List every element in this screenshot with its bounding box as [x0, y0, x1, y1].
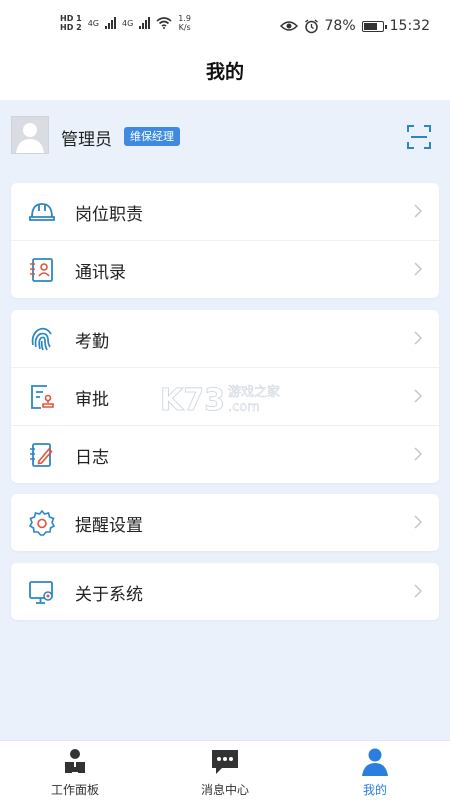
status-bar: HD 1 HD 2 4G 4G 1.9 K/s 78% 15:32: [0, 0, 450, 52]
menu-group-3: 提醒设置: [11, 494, 439, 551]
tab-label: 消息中心: [200, 783, 249, 797]
workbench-icon: [65, 749, 85, 774]
net-type-label: 4G: [87, 18, 99, 28]
menu-group-4: 关于系统: [11, 563, 439, 620]
page-header: 我的: [0, 52, 450, 100]
menu-item-label: 日志: [75, 448, 109, 468]
hd2-label: HD 2: [60, 23, 82, 32]
menu-item-duties[interactable]: 岗位职责: [11, 183, 439, 241]
battery-percent: 78%: [324, 18, 356, 34]
wifi-icon: [156, 17, 172, 29]
scan-icon[interactable]: [406, 124, 432, 150]
status-left: HD 1 HD 2 4G 4G 1.9 K/s: [60, 14, 191, 32]
net-speed-unit: K/s: [178, 23, 191, 32]
chevron-right-icon: [414, 389, 423, 403]
approval-icon: [31, 385, 54, 409]
role-badge: 维保经理: [124, 127, 180, 146]
tab-label: 我的: [362, 783, 387, 797]
menu-item-reminder-settings[interactable]: 提醒设置: [11, 494, 439, 551]
menu-item-label: 审批: [75, 390, 109, 410]
chevron-right-icon: [414, 584, 423, 598]
page-title: 我的: [205, 61, 244, 83]
eye-icon: [279, 21, 298, 31]
clock: 15:32: [389, 18, 430, 34]
net-type-label-2: 4G: [121, 18, 134, 28]
signal-icon-2: [139, 17, 151, 29]
menu-item-label: 通讯录: [75, 263, 126, 283]
contacts-icon: [30, 258, 53, 282]
menu-item-attendance[interactable]: 考勤: [11, 310, 439, 368]
avatar-placeholder-icon: [16, 123, 44, 153]
menu-item-contacts[interactable]: 通讯录: [11, 241, 439, 298]
profile-icon: [362, 748, 388, 776]
menu-group-1: 岗位职责 通讯录: [11, 183, 439, 298]
log-icon: [30, 443, 53, 467]
menu-item-label: 关于系统: [75, 585, 143, 605]
menu-item-label: 提醒设置: [75, 516, 143, 536]
message-icon: [212, 750, 238, 774]
chevron-right-icon: [414, 515, 423, 529]
watermark-domain: .com: [228, 400, 260, 415]
tab-workbench[interactable]: 工作面板: [0, 741, 150, 801]
menu-item-label: 岗位职责: [75, 205, 143, 225]
battery-icon: [361, 20, 387, 32]
gear-icon: [28, 509, 56, 536]
watermark-site-name: 游戏之家: [228, 384, 280, 400]
watermark-logo: K73: [160, 383, 225, 418]
helmet-icon: [29, 203, 55, 221]
net-speed-value: 1.9: [178, 14, 192, 23]
chevron-right-icon: [414, 331, 423, 345]
chevron-right-icon: [414, 262, 423, 276]
tab-label: 工作面板: [50, 783, 99, 797]
chevron-right-icon: [414, 447, 423, 461]
site-watermark: K73 游戏之家 .com: [160, 383, 280, 418]
net-speed: 1.9 K/s: [178, 14, 191, 32]
chevron-right-icon: [414, 204, 423, 218]
menu-item-label: 考勤: [75, 332, 109, 352]
user-name: 管理员: [61, 130, 112, 150]
fingerprint-icon: [31, 327, 52, 351]
avatar[interactable]: [11, 116, 49, 154]
hd1-label: HD 1: [60, 14, 82, 23]
tab-messages[interactable]: 消息中心: [150, 741, 300, 801]
alarm-icon: [304, 18, 318, 33]
bottom-tab-bar: 工作面板 消息中心 我的: [0, 740, 450, 801]
status-right: 78% 15:32: [279, 18, 430, 34]
monitor-settings-icon: [29, 581, 53, 604]
tab-profile[interactable]: 我的: [300, 741, 450, 801]
signal-icon: [104, 17, 116, 29]
profile-section: 管理员 维保经理: [0, 100, 450, 172]
menu-item-log[interactable]: 日志: [11, 426, 439, 483]
menu-item-about-system[interactable]: 关于系统: [11, 563, 439, 620]
